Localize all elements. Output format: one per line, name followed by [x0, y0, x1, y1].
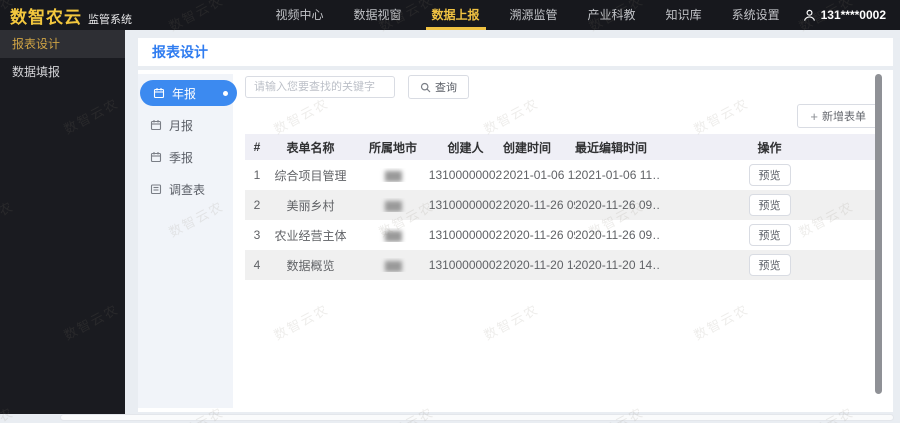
city-masked: ███ [358, 228, 428, 242]
created-time: 2020-11-26 09… [503, 198, 575, 212]
tab-quarterly-report[interactable]: 季报 [150, 144, 233, 170]
created-time: 2020-11-26 09… [503, 228, 575, 242]
table-row[interactable]: 1 综合项目管理 ███ 13100000002 2021-01-06 11… … [245, 160, 879, 190]
row-index: 1 [253, 168, 261, 182]
table-row[interactable]: 4 数据概览 ███ 13100000002 2020-11-20 14… 20… [245, 250, 879, 280]
search-button-label: 查询 [435, 82, 457, 94]
city-masked: ███ [358, 198, 428, 212]
horizontal-scrollbar[interactable] [60, 414, 894, 421]
tab-survey-form[interactable]: 调查表 [150, 176, 233, 202]
nav-item-data-window[interactable]: 数据视窗 [339, 0, 417, 30]
content-panel: 年报 月报 季报 调查表 请输入您要查找的关键字 查询 + 新增表单 # 表单名… [138, 70, 893, 412]
tab-annual-report[interactable]: 年报 [140, 80, 237, 106]
search-button[interactable]: 查询 [408, 75, 469, 99]
row-index: 3 [253, 228, 261, 242]
nav-item-trace-supervision[interactable]: 溯源监管 [495, 0, 573, 30]
page-title: 报表设计 [152, 44, 208, 60]
tab-label: 年报 [172, 86, 197, 101]
report-type-rail: 年报 月报 季报 调查表 [138, 74, 237, 408]
active-dot-icon [223, 90, 228, 96]
edited-time: 2020-11-20 14… [575, 258, 660, 272]
creator: 13100000002 [428, 198, 503, 212]
header-created: 创建时间 [503, 140, 552, 155]
form-name: 美丽乡村 [286, 198, 335, 213]
vertical-scrollbar[interactable] [875, 74, 882, 394]
table-header: # 表单名称 所属地市 创建人 创建时间 最近编辑时间 操作 [245, 134, 879, 160]
top-nav: 视频中心 数据视窗 数据上报 溯源监管 产业科教 知识库 系统设置 [260, 0, 794, 30]
plus-icon: + [810, 108, 818, 124]
left-sidebar: 报表设计 数据填报 [0, 30, 125, 414]
redacted-text: ███ [384, 231, 402, 241]
add-row: + 新增表单 [245, 104, 879, 128]
table-row[interactable]: 3 农业经营主体 ███ 13100000002 2020-11-26 09… … [245, 220, 879, 250]
nav-item-industry-education[interactable]: 产业科教 [573, 0, 651, 30]
user-phone: 131****0002 [820, 8, 886, 22]
tab-label: 季报 [169, 150, 194, 165]
header-edited: 最近编辑时间 [575, 140, 648, 155]
header-city: 所属地市 [368, 140, 417, 155]
header-name: 表单名称 [286, 140, 335, 155]
preview-button[interactable]: 预览 [748, 254, 791, 276]
redacted-text: ███ [384, 261, 402, 271]
search-icon [420, 82, 431, 93]
creator: 13100000002 [428, 228, 503, 242]
calendar-icon [150, 119, 162, 131]
app-logo: 数智农云 监管系统 [10, 3, 132, 28]
action-cell: 预览 [660, 254, 879, 276]
edited-time: 2020-11-26 09… [575, 228, 660, 242]
city-masked: ███ [358, 258, 428, 272]
redacted-text: ███ [384, 171, 402, 181]
tab-label: 调查表 [169, 182, 206, 197]
creator: 13100000002 [428, 258, 503, 272]
redacted-text: ███ [384, 201, 402, 211]
user-account[interactable]: 131****0002 [803, 8, 886, 22]
nav-item-knowledge-base[interactable]: 知识库 [651, 0, 717, 30]
form-name: 综合项目管理 [274, 168, 347, 183]
calendar-icon [153, 87, 165, 99]
creator: 13100000002 [428, 168, 503, 182]
action-cell: 预览 [660, 194, 879, 216]
report-list-content: 查询 + 新增表单 # 表单名称 所属地市 创建人 创建时间 最近编辑时间 操作 [245, 73, 879, 280]
forms-table: # 表单名称 所属地市 创建人 创建时间 最近编辑时间 操作 1 综合项目管理 … [245, 134, 879, 280]
action-cell: 预览 [660, 164, 879, 186]
edited-time: 2021-01-06 11… [575, 168, 660, 182]
logo-title: 数智农云 [10, 7, 82, 27]
nav-item-video-center[interactable]: 视频中心 [260, 0, 338, 30]
form-icon [150, 183, 162, 195]
search-input[interactable] [245, 76, 395, 98]
header-creator: 创建人 [447, 140, 484, 155]
main-area: 报表设计 年报 月报 季报 调查表 请输入您要查找的关键字 查询 + 新增表单 … [125, 30, 900, 423]
preview-button[interactable]: 预览 [748, 164, 791, 186]
user-icon [803, 9, 816, 22]
tab-monthly-report[interactable]: 月报 [150, 112, 233, 138]
add-form-label: 新增表单 [822, 111, 866, 123]
action-cell: 预览 [660, 224, 879, 246]
page-header: 报表设计 [138, 38, 893, 66]
sidebar-item-data-fill[interactable]: 数据填报 [0, 58, 125, 86]
nav-item-data-report[interactable]: 数据上报 [417, 0, 495, 30]
row-index: 2 [253, 198, 261, 212]
tab-label: 月报 [169, 118, 194, 133]
edited-time: 2020-11-26 09… [575, 198, 660, 212]
preview-button[interactable]: 预览 [748, 194, 791, 216]
nav-item-system-settings[interactable]: 系统设置 [717, 0, 795, 30]
table-row[interactable]: 2 美丽乡村 ███ 13100000002 2020-11-26 09… 20… [245, 190, 879, 220]
city-masked: ███ [358, 168, 428, 182]
created-time: 2020-11-20 14… [503, 258, 575, 272]
form-name: 数据概览 [286, 258, 335, 273]
header-index: # [253, 140, 261, 154]
topbar: 数智农云 监管系统 视频中心 数据视窗 数据上报 溯源监管 产业科教 知识库 系… [0, 0, 900, 30]
form-name: 农业经营主体 [274, 228, 347, 243]
preview-button[interactable]: 预览 [748, 224, 791, 246]
add-form-button[interactable]: + 新增表单 [797, 104, 879, 128]
sidebar-item-report-design[interactable]: 报表设计 [0, 30, 125, 58]
header-action: 操作 [757, 140, 782, 155]
calendar-icon [150, 151, 162, 163]
row-index: 4 [253, 258, 261, 272]
logo-subtitle: 监管系统 [88, 13, 132, 26]
created-time: 2021-01-06 11… [503, 168, 575, 182]
search-row: 查询 [245, 75, 879, 99]
